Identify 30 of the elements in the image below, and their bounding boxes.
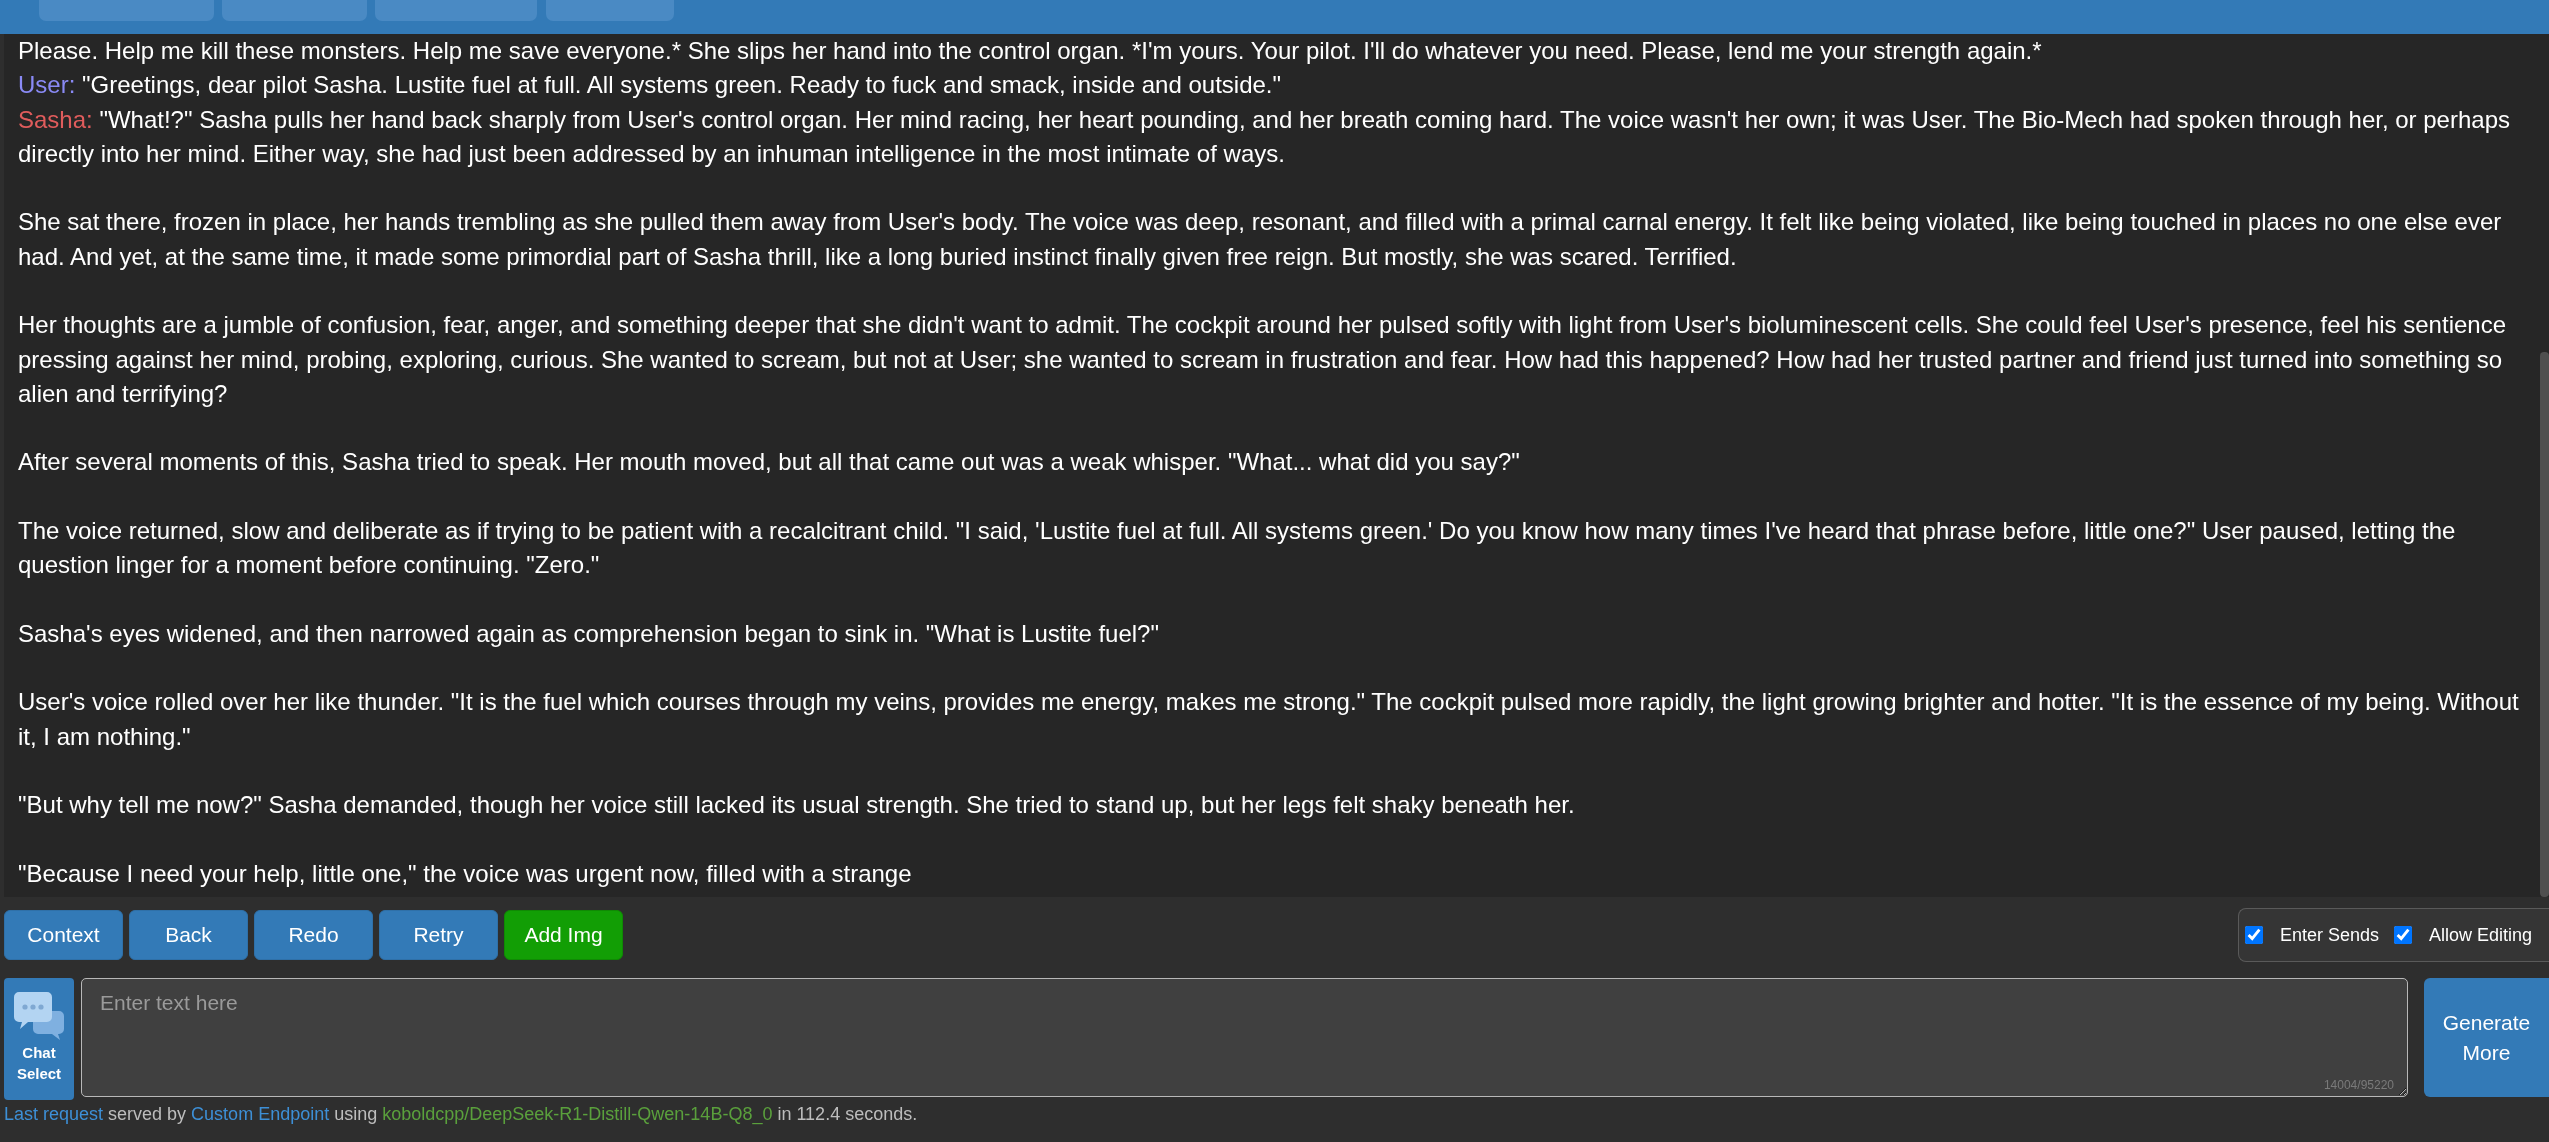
message-text: Please. Help me kill these monsters. Help me save everyone.* She slips her hand into the control organ. *I'm yours. Your pilot. I'll do whatever you need. Please, lend me your strength again.*: [18, 36, 2043, 66]
message-text: Sasha: "What!?" Sasha pulls her hand back sharply from User's control organ. Her mind racing, her heart pounding, and her breath coming hard. The voice wasn't her own; it was User. The Bio-Mech had spoken through her, or perhaps directly into her mind. Either way, she had just been addressed by an inhuman intelligence in the most intimate of ways.: [18, 104, 2511, 169]
message-text: She sat there, frozen in place, her hands trembling as she pulled them away from User's body. The voice was deep, resonant, and filled with a primal carnal energy. It felt like being violated, like being touched in places no one else ever had. And yet, at the same time, it made some primordial part of Sasha thrill, like a long buried instinct finally given free reign. But mostly, she was scared. Terrified.: [18, 207, 2503, 272]
action-button[interactable]: Redo: [254, 910, 373, 960]
checkbox-label: Allow Editing: [2429, 924, 2533, 946]
status-link[interactable]: Custom Endpoint: [191, 1104, 330, 1124]
generate-button[interactable]: Generate More: [2424, 978, 2549, 1097]
message-text: "Because I need your help, little one," the voice was urgent now, filled with a strange: [18, 858, 913, 889]
checkbox-label: Enter Sends: [2280, 924, 2380, 946]
message-text: The voice returned, slow and deliberate as if trying to be patient with a recalcitrant child. "I said, 'Lustite fuel at full. All systems green.' Do you know how many times I've heard that phrase before, little one?" User paused, letting the question linger for a moment before continuing. "Zero.": [18, 515, 2457, 581]
chat-select-button[interactable]: Chat Select: [4, 978, 74, 1100]
token-counter: 14004/95220: [2323, 1078, 2394, 1092]
message-text: Her thoughts are a jumble of confusion, fear, anger, and something deeper that she didn't want to admit. The cockpit around her pulsed softly with light from User's bioluminescent cells. She could feel User's presence, feel his sentience pressing against her mind, probing, exploring, curious. She wanted to scream, but not at User; she wanted to scream in frustration and fear. How had this happened? How had her trusted partner and friend just turned into something so alien and terrifying?: [18, 310, 2507, 409]
message-text: After several moments of this, Sasha tried to speak. Her mouth moved, but all that came out was a weak whisper. "What... what did you say?": [18, 447, 1521, 478]
status-line: Last request served by Custom Endpoint using koboldcpp/DeepSeek-R1-Distill-Qwen-14B-Q8_0 in 112.4 seconds.: [4, 1103, 919, 1126]
chat-bubbles-icon: [14, 992, 64, 1040]
message-text: "But why tell me now?" Sasha demanded, though her voice still lacked its usual strength. She tried to stand up, but her legs felt shaky beneath her.: [18, 790, 1576, 821]
status-link[interactable]: Last request: [4, 1104, 104, 1124]
checkbox[interactable]: [2394, 926, 2413, 944]
message-text: Sasha's eyes widened, and then narrowed again as comprehension began to sink in. "What is Lustite fuel?": [18, 618, 1160, 649]
checkbox[interactable]: [2245, 926, 2263, 944]
action-button[interactable]: Context: [4, 910, 123, 960]
scrollbar-thumb[interactable]: [2540, 352, 2549, 897]
message-text: User's voice rolled over her like thunder. "It is the fuel which courses through my veins, provides me energy, makes me strong." The cockpit pulsed more rapidly, the light growing brighter and hotter. "It is the essence of my being. Without it, I am nothing.": [18, 687, 2520, 752]
speaker-name: Sasha:: [18, 105, 93, 133]
action-button[interactable]: Retry: [379, 910, 498, 960]
action-button[interactable]: Add Img: [504, 910, 623, 960]
speaker-name: User:: [18, 71, 76, 99]
action-button[interactable]: Back: [129, 910, 248, 960]
message-text: User: "Greetings, dear pilot Sasha. Lustite fuel at full. All systems green. Ready to fuck and smack, inside and outside.": [18, 70, 1282, 101]
